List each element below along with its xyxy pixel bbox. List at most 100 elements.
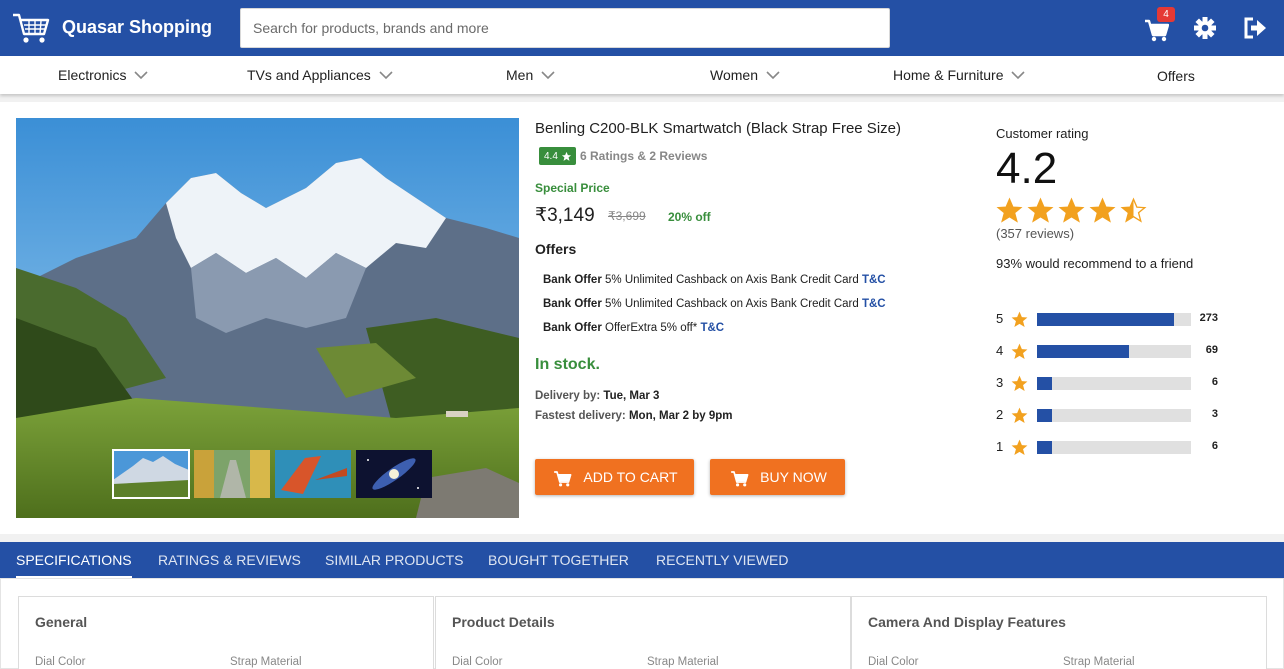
star-filled-icon <box>1027 197 1054 223</box>
chevron-down-icon <box>541 71 555 80</box>
thumbnail-image <box>356 450 432 498</box>
terms-link[interactable]: T&C <box>862 298 886 310</box>
chevron-down-icon <box>379 71 393 80</box>
chevron-down-icon <box>1011 71 1026 80</box>
nav-label: Electronics <box>58 67 127 83</box>
offer-type: Bank Offer <box>543 322 602 334</box>
terms-link[interactable]: T&C <box>700 322 724 334</box>
nav-men[interactable]: Men <box>506 67 555 83</box>
rating-bar-fill <box>1037 441 1053 454</box>
logout-icon[interactable] <box>1242 14 1268 42</box>
spec-label: Strap Material <box>647 656 719 668</box>
terms-link[interactable]: T&C <box>862 274 886 286</box>
spec-label: Strap Material <box>230 656 302 668</box>
star-level: 2 <box>996 407 1004 422</box>
tab-ratings-reviews[interactable]: RATINGS & REVIEWS <box>158 552 301 568</box>
rating-bar-row[interactable]: 36 <box>996 374 1226 392</box>
nav-home-furniture[interactable]: Home & Furniture <box>893 67 1026 83</box>
tab-specifications[interactable]: SPECIFICATIONS <box>16 552 132 578</box>
rating-bar-track <box>1037 441 1191 454</box>
star-level: 4 <box>996 343 1004 358</box>
discount-percent: 20% off <box>668 210 711 224</box>
customer-rating-label: Customer rating <box>996 126 1089 141</box>
rating-bar-fill <box>1037 409 1053 422</box>
star-icon <box>1011 343 1028 360</box>
add-to-cart-label: ADD TO CART <box>583 469 678 485</box>
nav-electronics[interactable]: Electronics <box>58 67 149 83</box>
rating-bar-row[interactable]: 5 273 <box>996 310 1226 328</box>
spec-card-product-details: Product Details Dial Color Strap Materia… <box>435 596 851 669</box>
nav-label: Women <box>710 67 758 83</box>
gear-icon[interactable] <box>1192 14 1218 42</box>
offer-text: 5% Unlimited Cashback on Axis Bank Credi… <box>605 274 859 286</box>
fastest-delivery-label: Fastest delivery: <box>535 410 626 422</box>
brand-name[interactable]: Quasar Shopping <box>62 17 212 38</box>
cart-count-badge: 4 <box>1157 7 1175 22</box>
thumbnail-space[interactable] <box>356 450 432 498</box>
offer-item: Bank Offer 5% Unlimited Cashback on Axis… <box>543 298 886 310</box>
rating-bar-count: 273 <box>1199 312 1218 324</box>
rating-bar-count: 6 <box>1211 376 1218 388</box>
offer-item: Bank Offer 5% Unlimited Cashback on Axis… <box>543 274 886 286</box>
product-main-image[interactable] <box>16 118 519 518</box>
spec-card-title: Product Details <box>452 614 555 630</box>
rating-bar-row[interactable]: 4 69 <box>996 342 1226 360</box>
nav-women[interactable]: Women <box>710 67 780 83</box>
buy-now-button[interactable]: BUY NOW <box>710 459 845 495</box>
search-input[interactable] <box>240 8 890 48</box>
rating-bar-count: 69 <box>1205 344 1218 356</box>
tab-bought-together[interactable]: BOUGHT TOGETHER <box>488 552 629 568</box>
tab-similar-products[interactable]: SIMILAR PRODUCTS <box>325 552 463 568</box>
spec-label: Dial Color <box>868 656 919 668</box>
star-filled-icon <box>1058 197 1085 223</box>
original-price: ₹3,699 <box>608 209 646 223</box>
rating-bar-count: 3 <box>1211 408 1218 420</box>
chevron-down-icon <box>766 71 780 80</box>
ratings-and-reviews-count[interactable]: 6 Ratings & 2 Reviews <box>580 149 707 163</box>
product-title: Benling C200-BLK Smartwatch (Black Strap… <box>535 120 901 137</box>
cart-icon <box>554 471 572 487</box>
offer-type: Bank Offer <box>543 298 602 310</box>
add-to-cart-button[interactable]: ADD TO CART <box>535 459 694 495</box>
star-half-icon <box>1120 197 1147 223</box>
spec-card-general: General Dial Color Strap Material <box>18 596 434 669</box>
rating-stars <box>996 197 1147 224</box>
rating-bar-fill <box>1037 345 1130 358</box>
tab-recently-viewed[interactable]: RECENTLY VIEWED <box>656 552 789 568</box>
nav-tvs-appliances[interactable]: TVs and Appliances <box>247 67 393 83</box>
star-icon <box>1011 407 1028 424</box>
category-nav: Electronics TVs and Appliances Men Women… <box>0 56 1284 94</box>
chevron-down-icon <box>134 71 149 80</box>
nav-label: Home & Furniture <box>893 67 1004 83</box>
rating-bar-track <box>1037 377 1191 390</box>
spec-label: Strap Material <box>1063 656 1135 668</box>
thumbnail-image <box>194 450 270 498</box>
offer-text: OfferExtra 5% off* <box>605 322 698 334</box>
rating-bar-row[interactable]: 16 <box>996 438 1226 456</box>
fastest-delivery: Fastest delivery: Mon, Mar 2 by 9pm <box>535 410 733 422</box>
rating-bar-track <box>1037 313 1191 326</box>
thumbnail-boat[interactable] <box>275 450 351 498</box>
thumbnail-image <box>275 450 351 498</box>
spec-card-title: General <box>35 614 88 630</box>
review-count[interactable]: (357 reviews) <box>996 226 1074 241</box>
spec-label: Dial Color <box>35 656 86 668</box>
thumbnail-mountains[interactable] <box>112 449 190 499</box>
nav-offers[interactable]: Offers <box>1157 68 1195 84</box>
rating-bar-count: 6 <box>1211 440 1218 452</box>
offer-item: Bank Offer OfferExtra 5% off* T&C <box>543 322 724 334</box>
nav-label: Men <box>506 67 534 83</box>
star-level: 3 <box>996 375 1004 390</box>
offer-text: 5% Unlimited Cashback on Axis Bank Credi… <box>605 298 859 310</box>
shopping-cart-logo-icon[interactable] <box>12 12 50 44</box>
rating-bar-track <box>1037 409 1191 422</box>
rating-bar-row[interactable]: 23 <box>996 406 1226 424</box>
product-card: Benling C200-BLK Smartwatch (Black Strap… <box>0 102 1284 534</box>
product-tabs: SPECIFICATIONS RATINGS & REVIEWS SIMILAR… <box>0 542 1284 578</box>
rating-bar-track <box>1037 345 1191 358</box>
customer-rating-score: 4.2 <box>996 144 1058 193</box>
top-bar: Quasar Shopping 4 <box>0 0 1284 56</box>
thumbnail-street[interactable] <box>194 450 270 498</box>
star-icon <box>1011 375 1028 392</box>
price: ₹3,149 <box>535 205 595 226</box>
